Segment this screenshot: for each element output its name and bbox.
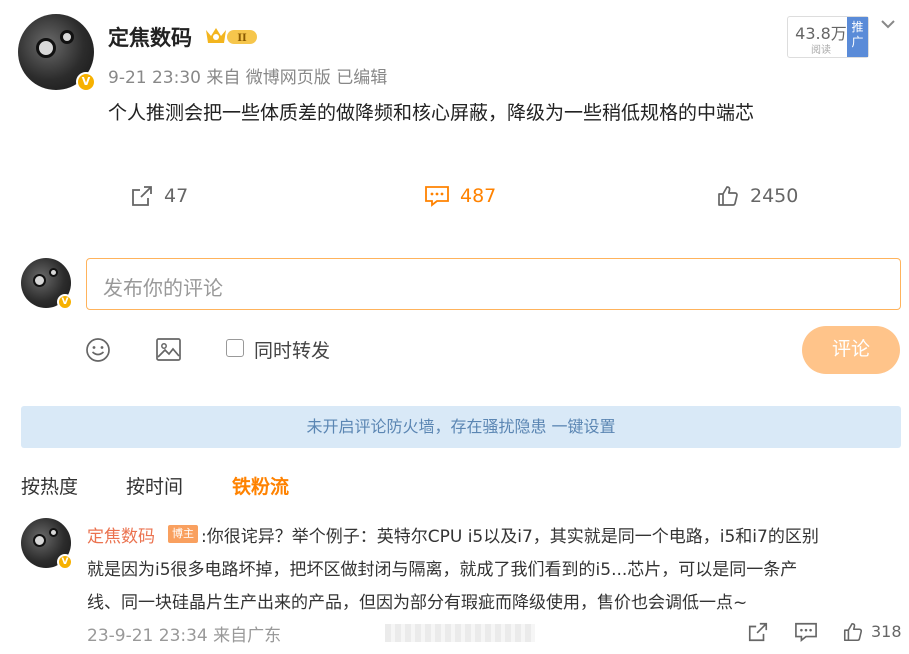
verified-badge-icon: V xyxy=(57,554,73,570)
comment-firewall-banner[interactable]: 未开启评论防火墙，存在骚扰隐患 一键设置 xyxy=(21,406,901,448)
comment-author-avatar[interactable]: V xyxy=(21,518,73,570)
share-icon xyxy=(132,186,152,206)
comment-input[interactable]: 发布你的评论 xyxy=(86,258,901,310)
promo-button[interactable]: 推广 xyxy=(847,17,868,57)
repost-checkbox[interactable] xyxy=(226,339,244,357)
tab-sort-hot[interactable]: 按热度 xyxy=(21,472,78,499)
comment-count: 487 xyxy=(460,185,497,207)
repost-count: 47 xyxy=(164,185,189,207)
verified-badge-icon: V xyxy=(57,294,73,310)
comment-like-count: 318 xyxy=(871,622,902,641)
post-author-name[interactable]: 定焦数码 xyxy=(108,22,192,52)
comment-text-line-2: 就是因为i5很多电路坏掉，把坏区做封闭与隔离，就成了我们看到的i5...芯片，可… xyxy=(87,560,798,580)
comment-button[interactable]: 487 xyxy=(424,184,496,208)
tab-sort-time[interactable]: 按时间 xyxy=(126,472,183,499)
repost-button[interactable]: 47 xyxy=(130,184,188,208)
read-count-box[interactable]: 43.8万 阅读 推广 xyxy=(787,16,869,58)
comment-time: 23-9-21 23:34 来自广东 xyxy=(87,626,282,646)
image-icon[interactable] xyxy=(155,337,182,362)
fan-level-crown-icon[interactable]: II xyxy=(203,24,259,48)
comment-text-line-3: 线、同一块硅晶片生产出来的产品，但因为部分有瑕疵而降级使用，售价也会调低一点~ xyxy=(87,593,748,613)
comment-text-line-1: :你很诧异？举个例子：英特尔CPU i5以及i7，其实就是同一个电路，i5和i7… xyxy=(201,527,819,547)
verified-badge-icon: V xyxy=(76,72,96,92)
thumbs-up-icon[interactable] xyxy=(842,621,864,643)
author-avatar[interactable]: V xyxy=(18,14,96,92)
blogger-badge: 博主 xyxy=(168,525,198,543)
thumbs-up-icon xyxy=(718,186,738,206)
user-avatar: V xyxy=(21,258,73,310)
reply-icon[interactable] xyxy=(794,621,818,643)
emoji-icon[interactable] xyxy=(85,337,111,363)
like-button[interactable]: 2450 xyxy=(716,184,798,208)
share-icon[interactable] xyxy=(747,621,769,643)
post-text: 个人推测会把一些体质差的做降频和核心屏蔽，降级为一些稍低规格的中端芯 xyxy=(108,102,755,124)
comment-icon xyxy=(425,186,449,207)
watermark-overlay xyxy=(385,624,535,642)
like-count: 2450 xyxy=(750,185,799,207)
read-unit: 阅读 xyxy=(811,45,831,56)
chevron-down-icon[interactable] xyxy=(878,14,898,34)
comment-author-name[interactable]: 定焦数码 xyxy=(87,522,155,547)
svg-text:II: II xyxy=(237,33,247,44)
repost-checkbox-label[interactable]: 同时转发 xyxy=(254,336,330,363)
post-meta: 9-21 23:30 来自 微博网页版 已编辑 xyxy=(108,68,388,88)
tab-sort-iron-fans[interactable]: 铁粉流 xyxy=(232,472,289,499)
submit-comment-button[interactable]: 评论 xyxy=(802,326,900,374)
